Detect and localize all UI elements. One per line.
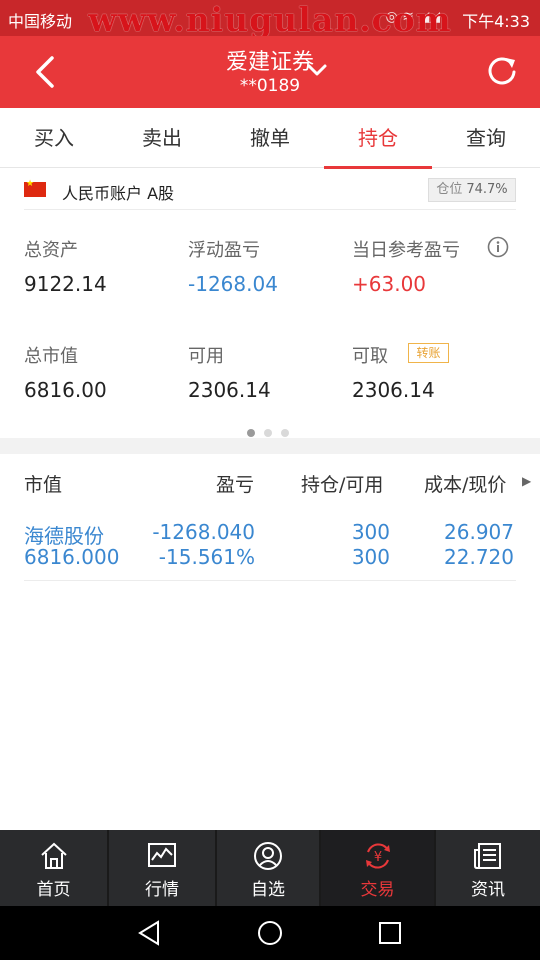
tab-cancel-order[interactable]: 撤单 (216, 108, 324, 168)
column-header-cost-price[interactable]: 成本/现价 (424, 470, 506, 497)
floating-pl-label: 浮动盈亏 (188, 240, 260, 261)
person-icon (252, 840, 284, 872)
stock-position: 300 (351, 520, 390, 544)
row-divider (24, 580, 516, 581)
page-dot[interactable] (281, 429, 289, 437)
position-ratio-badge: 仓位 74.7% (428, 178, 516, 202)
transfer-button[interactable]: 转账 (408, 343, 449, 363)
market-value-value: 6816.00 (24, 378, 107, 402)
total-assets-value: 9122.14 (24, 272, 107, 296)
svg-text:¥: ¥ (373, 850, 381, 865)
home-icon (38, 840, 70, 872)
nav-watchlist[interactable]: 自选 (217, 830, 319, 906)
nav-watchlist-label: 自选 (251, 880, 285, 900)
system-nav-bar (0, 906, 540, 960)
account-number: **0189 (239, 76, 301, 96)
chart-icon (146, 840, 178, 872)
total-assets-label: 总资产 (24, 240, 78, 261)
broker-title[interactable]: 爱建证券 (0, 44, 540, 76)
column-header-position[interactable]: 持仓/可用 (301, 470, 383, 497)
nav-trade[interactable]: ¥ 交易 (321, 830, 434, 906)
stock-price: 22.720 (444, 545, 514, 569)
recents-square-icon[interactable] (376, 919, 404, 947)
tab-query[interactable]: 查询 (432, 108, 540, 168)
market-value-label: 总市值 (24, 346, 78, 367)
available-label: 可用 (188, 346, 224, 367)
floating-pl-value: -1268.04 (188, 272, 278, 296)
nav-home-label: 首页 (36, 880, 71, 900)
account-label: 人民币账户 A股 (62, 184, 175, 203)
withdrawable-label: 可取 (352, 346, 388, 367)
page-dot[interactable] (264, 429, 272, 437)
trade-tabs: 买入 卖出 撤单 持仓 查询 (0, 108, 540, 169)
nav-trade-label: 交易 (360, 880, 395, 900)
daily-pl-value: +63.00 (352, 272, 427, 296)
position-ratio-label: 仓位 (436, 182, 463, 197)
stock-available: 300 (351, 545, 390, 569)
withdrawable-value: 2306.14 (352, 378, 435, 402)
position-ratio-value: 74.7% (466, 182, 508, 197)
nav-home[interactable]: 首页 (0, 830, 107, 906)
stock-cost: 26.907 (444, 520, 514, 544)
column-header-pl[interactable]: 盈亏 (216, 470, 254, 497)
scroll-right-icon[interactable]: ▶ (522, 474, 531, 488)
watermark-text: www.niugulan.com (88, 0, 452, 39)
nav-news-label: 资讯 (471, 880, 505, 900)
account-row: 人民币账户 A股 仓位74.7% (24, 176, 516, 210)
tab-buy[interactable]: 买入 (0, 108, 108, 168)
nav-news[interactable]: 资讯 (436, 830, 540, 906)
nav-market[interactable]: 行情 (109, 830, 215, 906)
status-bar: 中国移动 ◎ ≋ ◢◢ www.niugulan.com 下午4:33 (0, 0, 540, 39)
yen-exchange-icon: ¥ (362, 840, 394, 872)
available-value: 2306.14 (188, 378, 271, 402)
back-triangle-icon[interactable] (136, 919, 164, 947)
news-icon (472, 840, 504, 872)
page-dot[interactable] (247, 429, 255, 437)
bottom-nav: 首页 行情 自选 ¥ 交易 资讯 (0, 830, 540, 906)
clock-label: 下午4:33 (462, 12, 530, 31)
section-divider (0, 438, 540, 454)
stock-market-value: 6816.000 (24, 545, 120, 569)
stock-pl: -1268.040 (152, 520, 255, 544)
tab-positions[interactable]: 持仓 (324, 108, 432, 169)
tab-sell[interactable]: 卖出 (108, 108, 216, 168)
nav-market-label: 行情 (145, 880, 179, 900)
stock-pl-percent: -15.561% (158, 545, 255, 569)
china-flag-icon (24, 179, 46, 197)
info-icon[interactable] (487, 236, 509, 258)
app-header: 爱建证券 **0189 (0, 36, 540, 108)
daily-pl-label: 当日参考盈亏 (352, 240, 460, 261)
refresh-icon[interactable] (484, 54, 520, 90)
column-header-market-value[interactable]: 市值 (24, 470, 62, 497)
home-circle-icon[interactable] (256, 919, 284, 947)
